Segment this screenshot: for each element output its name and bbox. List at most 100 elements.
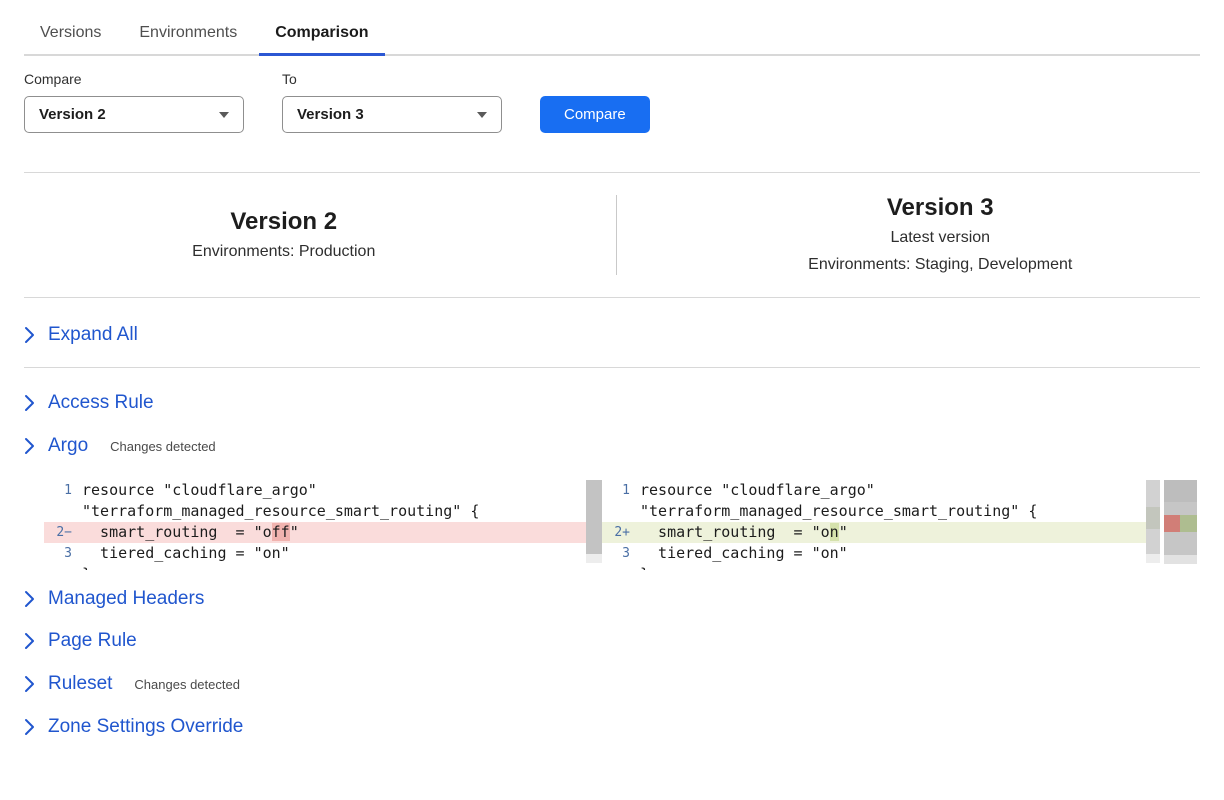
line-number-gutter: 2− (44, 522, 78, 543)
chevron-right-icon (24, 394, 35, 412)
line-number-gutter: 1 (602, 480, 636, 501)
compare-to-select[interactable]: Version 3 (282, 96, 502, 133)
divider (24, 367, 1200, 368)
diff-right-pane: 1resource "cloudflare_argo""terraform_ma… (602, 480, 1160, 570)
code-segment: smart_routing = "o (82, 523, 272, 541)
tab-environments[interactable]: Environments (123, 12, 253, 54)
section-page-rule[interactable]: Page Rule (24, 620, 137, 662)
code-segment: } (640, 565, 649, 570)
code-text: smart_routing = "off" (78, 522, 299, 543)
line-number-gutter: 2+ (602, 522, 636, 543)
version-right-header: Version 3 Latest version Environments: S… (617, 192, 1201, 278)
diff-right-code[interactable]: 1resource "cloudflare_argo""terraform_ma… (602, 480, 1146, 570)
sections-top: Access Rule Argo Changes detected (24, 382, 1200, 468)
chevron-right-icon (24, 675, 35, 693)
expand-all-button[interactable]: Expand All (24, 321, 138, 349)
code-segment: " (290, 523, 299, 541)
code-segment: "terraform_managed_resource_smart_routin… (82, 502, 479, 520)
version-left-header: Version 2 Environments: Production (24, 206, 616, 265)
code-segment: smart_routing = "o (640, 523, 830, 541)
compare-to-value: Version 3 (297, 106, 364, 123)
code-text: } (636, 564, 649, 570)
diff-left-pane: 1resource "cloudflare_argo""terraform_ma… (44, 480, 602, 570)
diff-line: 1resource "cloudflare_argo" (602, 480, 1146, 501)
version-left-title: Version 2 (24, 206, 544, 238)
chevron-right-icon (24, 632, 35, 650)
section-label: Argo (48, 435, 88, 457)
chevron-right-icon (24, 718, 35, 736)
diff-left-scrollbar[interactable] (586, 480, 602, 570)
line-number-gutter: 3 (602, 543, 636, 564)
diff-line: 2+ smart_routing = "on" (602, 522, 1146, 543)
diff-line: 2− smart_routing = "off" (44, 522, 586, 543)
section-label: Page Rule (48, 630, 137, 652)
expand-all-label: Expand All (48, 321, 138, 349)
minimap-removed-mark (1164, 515, 1180, 532)
code-segment: tiered_caching = "on" (640, 544, 848, 562)
compare-to-field: To Version 3 (282, 71, 502, 133)
version-left-environments: Environments: Production (24, 238, 544, 265)
diff-line: } (44, 564, 586, 570)
compare-button[interactable]: Compare (540, 96, 650, 133)
section-ruleset[interactable]: Ruleset Changes detected (24, 662, 240, 706)
version-headers: Version 2 Environments: Production Versi… (24, 173, 1200, 298)
chevron-right-icon (24, 437, 35, 455)
diff-left-code[interactable]: 1resource "cloudflare_argo""terraform_ma… (44, 480, 586, 570)
diff-line: 1resource "cloudflare_argo" (44, 480, 586, 501)
version-right-latest-label: Latest version (681, 224, 1201, 251)
scrollbar-thumb[interactable] (586, 480, 602, 554)
code-segment: "terraform_managed_resource_smart_routin… (640, 502, 1037, 520)
diff-right-scrollbar[interactable] (1146, 480, 1160, 570)
section-access-rule[interactable]: Access Rule (24, 382, 154, 424)
code-text: smart_routing = "on" (636, 522, 848, 543)
section-label: Ruleset (48, 673, 112, 695)
line-number-gutter (44, 501, 78, 522)
compare-from-field: Compare Version 2 (24, 71, 244, 133)
code-segment: } (82, 565, 91, 570)
argo-diff: 1resource "cloudflare_argo""terraform_ma… (44, 480, 1197, 570)
tab-bar: Versions Environments Comparison (24, 12, 1200, 56)
line-number-gutter (44, 564, 78, 570)
dropdown-caret-icon (219, 112, 229, 118)
section-label: Zone Settings Override (48, 716, 243, 738)
dropdown-caret-icon (477, 112, 487, 118)
compare-from-value: Version 2 (39, 106, 106, 123)
diff-line: 3 tiered_caching = "on" (44, 543, 586, 564)
code-text: tiered_caching = "on" (78, 543, 290, 564)
section-argo[interactable]: Argo Changes detected (24, 424, 216, 468)
code-segment: " (839, 523, 848, 541)
diff-line: "terraform_managed_resource_smart_routin… (602, 501, 1146, 522)
changes-detected-badge: Changes detected (134, 672, 240, 696)
code-text: } (78, 564, 91, 570)
scrollbar-track (1146, 554, 1160, 563)
section-managed-headers[interactable]: Managed Headers (24, 578, 204, 620)
section-label: Access Rule (48, 392, 154, 414)
compare-from-label: Compare (24, 71, 244, 87)
code-segment: tiered_caching = "on" (82, 544, 290, 562)
sections-bottom: Managed Headers Page Rule Ruleset Changes d… (24, 578, 1200, 748)
line-number-gutter: 3 (44, 543, 78, 564)
minimap-viewport (1164, 480, 1197, 502)
line-number-gutter (602, 564, 636, 570)
code-text: resource "cloudflare_argo" (636, 480, 875, 501)
section-zone-settings-override[interactable]: Zone Settings Override (24, 706, 243, 748)
minimap-footer (1164, 555, 1197, 564)
tab-comparison[interactable]: Comparison (259, 12, 384, 54)
line-number-gutter: 1 (44, 480, 78, 501)
scrollbar-thumb[interactable] (1146, 480, 1160, 554)
word-diff-mark: ff (272, 523, 290, 541)
section-label: Managed Headers (48, 588, 204, 610)
diff-minimap[interactable] (1164, 480, 1197, 570)
version-right-environments: Environments: Staging, Development (681, 251, 1201, 278)
tab-versions[interactable]: Versions (24, 12, 117, 54)
diff-line: } (602, 564, 1146, 570)
compare-from-select[interactable]: Version 2 (24, 96, 244, 133)
tab-label: Comparison (275, 24, 368, 41)
changes-detected-badge: Changes detected (110, 434, 216, 458)
minimap-added-mark (1180, 515, 1197, 532)
diff-line: "terraform_managed_resource_smart_routin… (44, 501, 586, 522)
line-number-gutter (602, 501, 636, 522)
tab-label: Environments (139, 24, 237, 41)
word-diff-mark: n (830, 523, 839, 541)
compare-form: Compare Version 2 To Version 3 Compare (24, 71, 1200, 133)
